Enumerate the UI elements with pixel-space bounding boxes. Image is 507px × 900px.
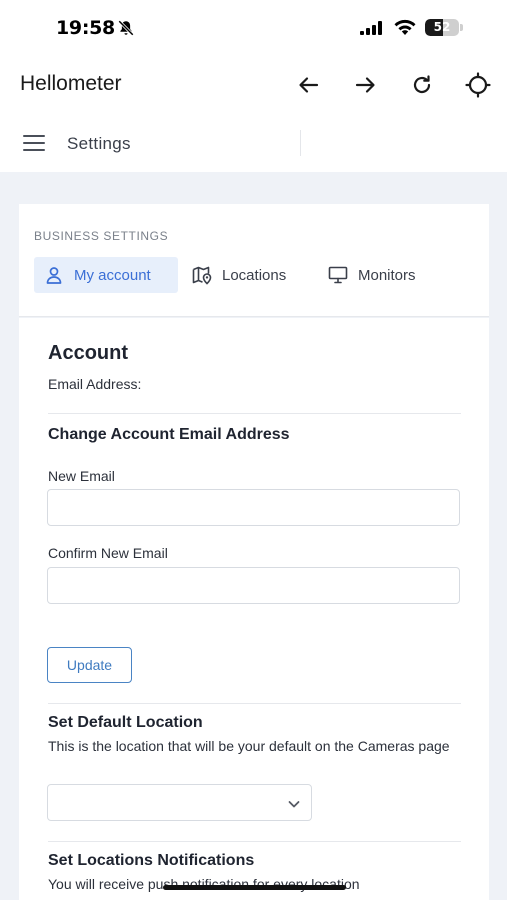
confirm-email-input[interactable] — [47, 567, 460, 604]
tab-my-account-label: My account — [74, 266, 151, 284]
hamburger-menu-icon[interactable] — [22, 132, 46, 154]
monitor-icon — [328, 266, 348, 284]
business-settings-card: BUSINESS SETTINGS My account Locations M… — [19, 204, 489, 317]
notifications-heading: Set Locations Notifications — [48, 852, 255, 869]
chevron-down-icon — [288, 801, 300, 808]
update-button[interactable]: Update — [47, 647, 132, 683]
cellular-signal-icon — [360, 21, 382, 35]
home-indicator — [163, 885, 346, 890]
settings-header: Settings — [0, 114, 507, 172]
page-title: Settings — [67, 134, 131, 153]
business-settings-caption: BUSINESS SETTINGS — [34, 229, 169, 243]
bell-off-icon — [118, 20, 134, 36]
account-card: Account Email Address: Change Account Em… — [19, 318, 489, 900]
crosshair-icon[interactable] — [465, 72, 491, 98]
confirm-email-label: Confirm New Email — [48, 545, 168, 561]
battery-indicator: 52 — [425, 19, 459, 36]
wifi-icon — [394, 19, 416, 35]
divider — [48, 413, 461, 414]
new-email-input[interactable] — [47, 489, 460, 526]
tab-locations-label: Locations — [222, 266, 287, 284]
tab-my-account[interactable]: My account — [34, 257, 178, 293]
default-location-heading: Set Default Location — [48, 714, 203, 731]
map-pin-icon — [192, 266, 212, 285]
app-bar: Hellometer — [0, 56, 507, 114]
battery-tip — [460, 24, 463, 31]
default-location-select[interactable] — [47, 784, 312, 821]
tab-monitors-label: Monitors — [358, 266, 416, 284]
status-time: 19:58 — [56, 17, 115, 39]
arrow-right-icon[interactable] — [352, 72, 378, 98]
user-icon — [46, 267, 62, 284]
tab-locations[interactable]: Locations — [192, 257, 286, 293]
divider — [48, 841, 461, 842]
header-divider — [300, 130, 301, 156]
arrow-left-icon[interactable] — [296, 72, 322, 98]
new-email-label: New Email — [48, 468, 115, 484]
battery-percent: 52 — [433, 20, 451, 34]
divider — [48, 703, 461, 704]
account-title: Account — [48, 342, 128, 364]
tab-monitors[interactable]: Monitors — [328, 257, 416, 293]
status-bar: 19:58 52 — [0, 0, 507, 56]
email-address-label: Email Address: — [48, 376, 142, 392]
app-title: Hellometer — [20, 72, 122, 95]
change-email-heading: Change Account Email Address — [48, 426, 290, 443]
reload-icon[interactable] — [409, 72, 435, 98]
default-location-description: This is the location that will be your d… — [48, 738, 450, 754]
